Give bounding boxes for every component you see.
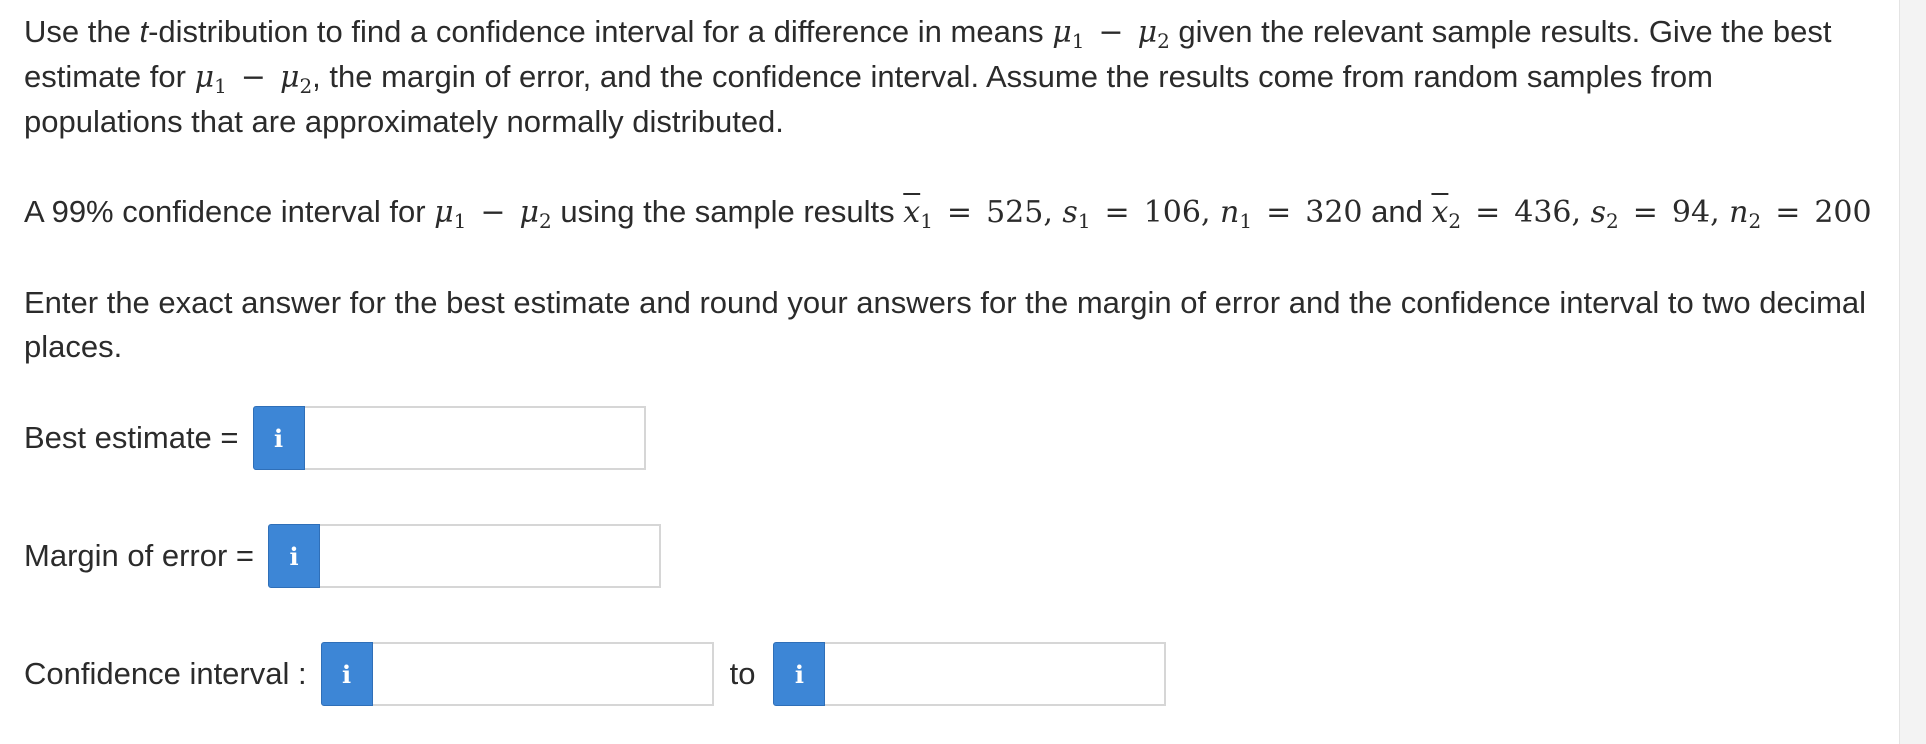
ci-upper-input[interactable] bbox=[825, 642, 1167, 706]
scrollbar[interactable] bbox=[1899, 0, 1926, 744]
best-estimate-label: Best estimate = bbox=[24, 420, 239, 455]
problem-statement: A 99% confidence interval for μ1− μ2 usin… bbox=[24, 190, 1874, 235]
margin-of-error-input[interactable] bbox=[320, 524, 662, 588]
info-icon[interactable]: i bbox=[252, 406, 305, 470]
ci-lower-answer: i bbox=[320, 642, 714, 706]
question-content: Use the t-distribution to find a confide… bbox=[24, 8, 1874, 369]
math-sample-2: x2 = 436, s2 = 94, n2 = 200 bbox=[1431, 195, 1872, 233]
info-icon[interactable]: i bbox=[320, 642, 373, 706]
best-estimate-row: Best estimate = i bbox=[24, 406, 646, 470]
intro-t-italic: t bbox=[139, 14, 149, 49]
ci-lower-input[interactable] bbox=[372, 642, 714, 706]
problem-text-1: A 99% confidence interval for bbox=[24, 194, 435, 229]
best-estimate-answer: i bbox=[252, 406, 646, 470]
intro-text-2: -distribution to find a confidence inter… bbox=[148, 14, 1053, 49]
ci-to-label: to bbox=[729, 656, 756, 691]
info-icon[interactable]: i bbox=[268, 524, 321, 588]
math-sample-1: x1 = 525, s1 = 106, n1 = 320 bbox=[903, 195, 1363, 233]
confidence-interval-row: Confidence interval : i to i bbox=[24, 642, 1167, 706]
info-icon[interactable]: i bbox=[773, 642, 826, 706]
instructions-text: Enter the exact answer for the best esti… bbox=[24, 285, 1867, 364]
margin-of-error-row: Margin of error = i bbox=[24, 524, 662, 588]
math-mu1-minus-mu2: μ1− μ2 bbox=[194, 60, 313, 98]
math-mu1-minus-mu2: μ1− μ2 bbox=[1052, 15, 1170, 53]
math-mu1-minus-mu2: μ1− μ2 bbox=[434, 195, 552, 233]
ci-upper-answer: i bbox=[773, 642, 1167, 706]
confidence-interval-label: Confidence interval : bbox=[24, 656, 307, 691]
best-estimate-input[interactable] bbox=[304, 406, 646, 470]
problem-text-2: using the sample results bbox=[551, 194, 904, 229]
intro-text-1: Use the bbox=[24, 14, 140, 49]
margin-of-error-label: Margin of error = bbox=[24, 538, 255, 573]
question-intro: Use the t-distribution to find a confide… bbox=[24, 10, 1874, 144]
margin-of-error-answer: i bbox=[268, 524, 662, 588]
problem-text-and: and bbox=[1362, 194, 1432, 229]
